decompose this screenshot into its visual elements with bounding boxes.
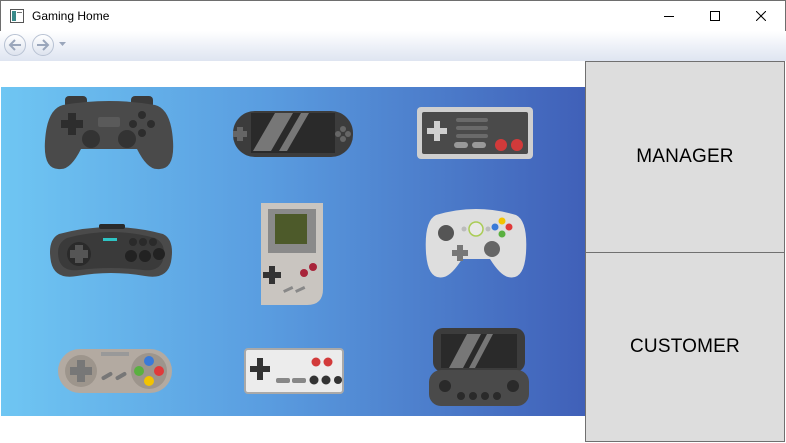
- manager-button[interactable]: MANAGER: [585, 61, 785, 253]
- forward-arrow-icon: [37, 39, 50, 51]
- close-icon: [756, 11, 766, 21]
- nes-controller-icon: [417, 107, 533, 159]
- app-icon: [10, 9, 24, 23]
- controller-gallery: [1, 87, 585, 416]
- snes-controller-icon: [58, 349, 172, 393]
- gameboy-icon: [261, 203, 323, 305]
- maximize-icon: [710, 11, 720, 21]
- xbox-360-controller-icon: [425, 209, 527, 278]
- minimize-icon: [664, 16, 674, 17]
- customer-button[interactable]: CUSTOMER: [585, 252, 785, 442]
- chevron-down-icon[interactable]: [59, 42, 66, 47]
- playstation-controller-icon: [44, 96, 174, 170]
- forward-button[interactable]: [32, 34, 54, 56]
- close-button[interactable]: [738, 1, 784, 31]
- maximize-button[interactable]: [692, 1, 738, 31]
- psp-go-handheld-icon: [429, 328, 529, 406]
- title-bar: Gaming Home: [0, 0, 786, 31]
- minimize-button[interactable]: [646, 1, 692, 31]
- navigation-bar: [0, 31, 786, 61]
- famicom-controller-icon: [244, 348, 344, 394]
- back-button[interactable]: [4, 34, 26, 56]
- psp-handheld-icon: [233, 111, 353, 157]
- window-title: Gaming Home: [32, 9, 110, 23]
- sega-genesis-controller-icon: [50, 224, 172, 277]
- back-arrow-icon: [8, 39, 21, 51]
